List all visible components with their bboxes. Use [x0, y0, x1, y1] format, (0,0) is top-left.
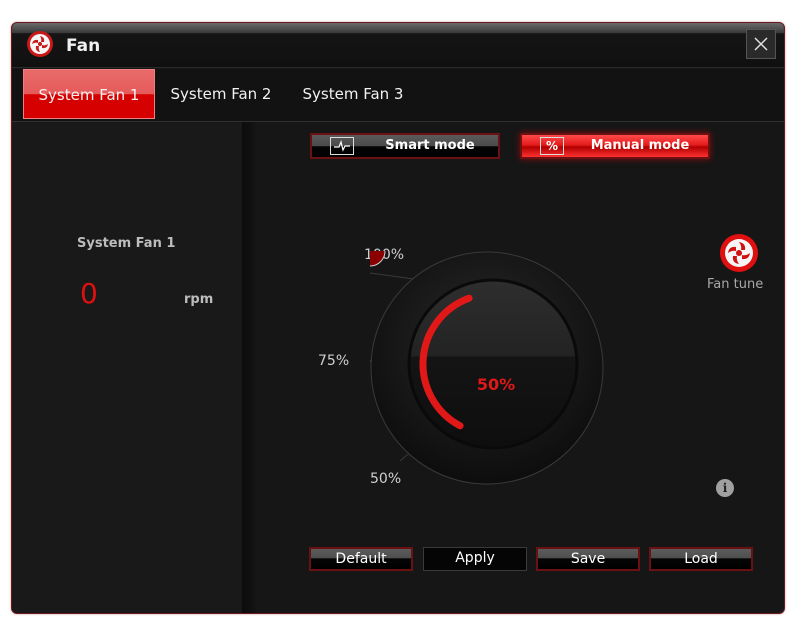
save-button[interactable]: Save	[536, 547, 640, 571]
fan-window: Fan System Fan 1 System Fan 2 System Fan…	[11, 22, 785, 614]
tab-system-fan-2[interactable]: System Fan 2	[160, 69, 282, 119]
percent-icon: %	[540, 137, 564, 155]
fan-tune-icon[interactable]	[716, 233, 762, 273]
close-button[interactable]	[746, 29, 776, 59]
tab-system-fan-1[interactable]: System Fan 1	[23, 69, 155, 119]
tab-system-fan-3[interactable]: System Fan 3	[292, 69, 414, 119]
dial-tick-75: 75%	[318, 353, 350, 369]
close-icon	[754, 37, 768, 51]
info-icon[interactable]: i	[716, 479, 734, 497]
manual-mode-button[interactable]: % Manual mode	[520, 133, 710, 159]
dial-knob-handle[interactable]	[370, 251, 386, 267]
apply-button[interactable]: Apply	[423, 547, 527, 571]
fan-speed-dial[interactable]: 50%	[370, 251, 604, 485]
fan-rpm-value: 0	[80, 277, 98, 310]
load-button[interactable]: Load	[649, 547, 753, 571]
default-button[interactable]: Default	[309, 547, 413, 571]
window-title: Fan	[66, 36, 101, 56]
title-bar: Fan	[12, 23, 784, 68]
dial-inner-face	[407, 278, 579, 450]
manual-mode-label: Manual mode	[590, 138, 690, 153]
panel-divider	[242, 122, 256, 613]
fan-rpm-unit: rpm	[184, 292, 214, 307]
dial-value-label: 50%	[477, 375, 515, 394]
fan-status-name: System Fan 1	[77, 236, 176, 251]
fan-logo-icon	[27, 31, 53, 57]
dial-tick-mark	[370, 272, 415, 280]
fan-status-panel	[12, 122, 242, 613]
fan-tabs: System Fan 1 System Fan 2 System Fan 3	[12, 69, 784, 122]
fan-tune-label: Fan tune	[707, 277, 764, 292]
smart-mode-label: Smart mode	[385, 138, 475, 153]
waveform-icon	[330, 137, 354, 155]
smart-mode-button[interactable]: Smart mode	[310, 133, 500, 159]
